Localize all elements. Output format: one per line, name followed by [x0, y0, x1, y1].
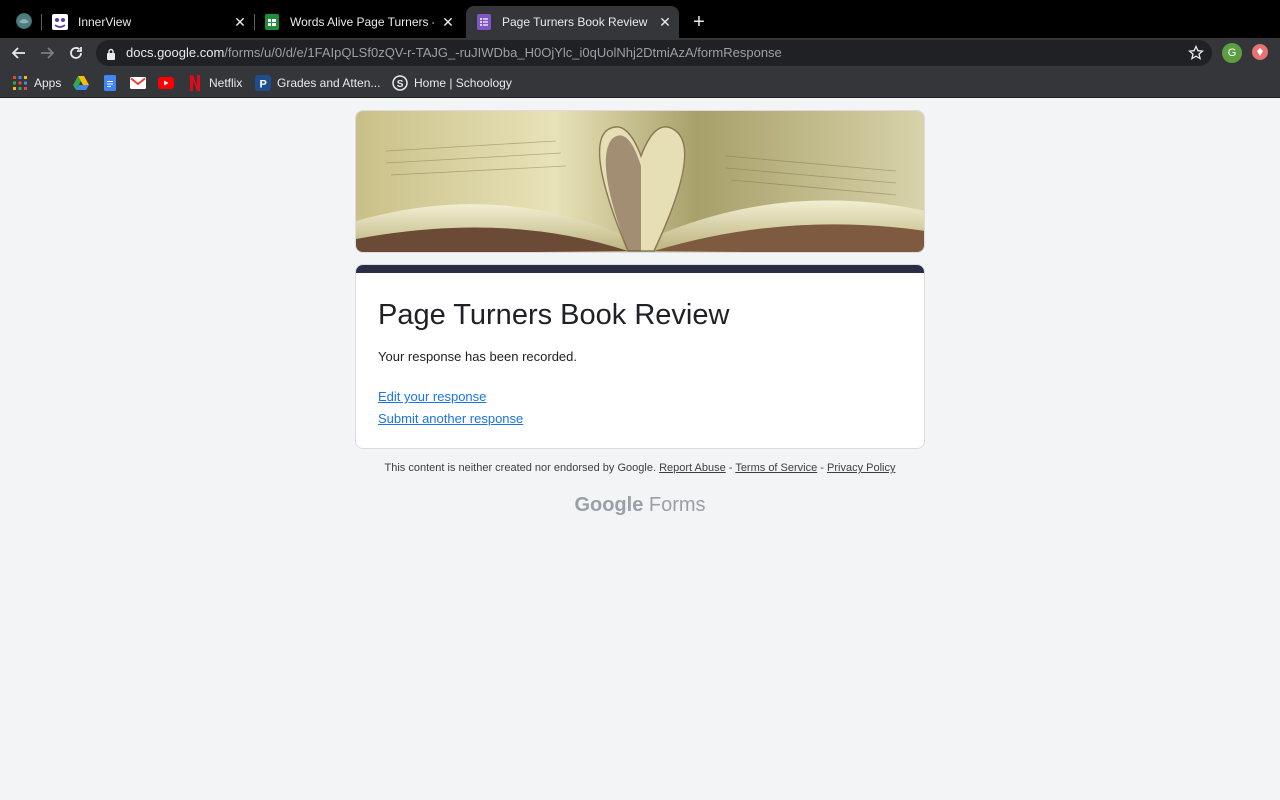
tab-separator	[41, 14, 42, 30]
bookmark-star-icon[interactable]	[1187, 44, 1205, 66]
report-abuse-link[interactable]: Report Abuse	[659, 462, 726, 474]
tab-page-turners-review[interactable]: Page Turners Book Review ✕	[466, 6, 679, 38]
tab-strip: InnerView ✕ Words Alive Page Turners - B…	[0, 0, 1280, 38]
disclaimer-text: This content is neither created nor endo…	[384, 462, 657, 474]
bookmark-label: Home | Schoology	[414, 76, 512, 90]
tab-close-icon[interactable]: ✕	[440, 14, 456, 30]
bookmark-drive[interactable]	[73, 75, 95, 91]
back-button[interactable]	[10, 44, 28, 62]
footer-disclaimer: This content is neither created nor endo…	[0, 462, 1280, 474]
edit-response-link[interactable]: Edit your response	[378, 389, 486, 404]
netflix-icon	[187, 75, 203, 91]
svg-text:S: S	[397, 79, 404, 90]
confirmation-message: Your response has been recorded.	[378, 349, 577, 364]
tab-words-alive[interactable]: Words Alive Page Turners - Book ✕	[262, 6, 462, 38]
tab-title: InnerView	[78, 15, 132, 29]
svg-text:P: P	[260, 79, 267, 91]
page-title: Page Turners Book Review	[378, 299, 730, 331]
reload-icon	[70, 47, 82, 59]
tab-title: Words Alive Page Turners - Book	[290, 15, 434, 29]
brand-forms: Forms	[648, 494, 706, 516]
bookmark-docs[interactable]	[102, 75, 124, 91]
innerview-favicon-icon	[52, 14, 68, 30]
tab-separator	[254, 14, 255, 30]
bookmark-youtube[interactable]	[158, 75, 180, 91]
bookmark-label: Grades and Atten...	[277, 76, 381, 90]
google-forms-logo[interactable]: Google Forms	[0, 494, 1280, 517]
url-text: docs.google.com/forms/u/0/d/e/1FAIpQLSf0…	[126, 45, 782, 60]
bookmark-grades[interactable]: P Grades and Atten...	[255, 75, 380, 91]
lock-icon[interactable]	[106, 47, 116, 65]
terms-of-service-link[interactable]: Terms of Service	[735, 462, 817, 474]
form-response-card: Page Turners Book Review Your response h…	[355, 264, 925, 449]
card-accent-bar	[356, 265, 924, 273]
browser-toolbar: docs.google.com/forms/u/0/d/e/1FAIpQLSf0…	[0, 38, 1280, 68]
google-docs-icon	[102, 75, 118, 91]
footer-separator: -	[817, 462, 828, 474]
bookmarks-bar: Apps Netflix P Grades and Atten... S Hom…	[0, 68, 1280, 98]
url-path: /forms/u/0/d/e/1FAIpQLSf0zQV-r-TAJG_-ruJ…	[224, 45, 782, 60]
profile-avatar[interactable]: G	[1222, 43, 1242, 63]
arrow-right-icon	[41, 47, 55, 59]
footer-separator: -	[725, 462, 736, 474]
forward-button[interactable]	[38, 44, 56, 62]
bookmark-label: Apps	[34, 76, 62, 90]
schoology-icon: S	[392, 75, 408, 91]
tab-title: Page Turners Book Review	[502, 15, 648, 29]
bookmark-apps[interactable]: Apps	[12, 75, 61, 91]
address-bar[interactable]: docs.google.com/forms/u/0/d/e/1FAIpQLSf0…	[96, 40, 1212, 66]
bookmark-netflix[interactable]: Netflix	[187, 75, 242, 91]
google-sheets-favicon-icon	[264, 14, 280, 30]
bookmark-label: Netflix	[209, 76, 243, 90]
youtube-icon	[158, 75, 174, 91]
reload-button[interactable]	[67, 44, 85, 62]
url-host: docs.google.com	[126, 45, 225, 60]
window-avatar-icon[interactable]	[16, 13, 32, 29]
submit-another-response-link[interactable]: Submit another response	[378, 411, 523, 426]
bookmark-schoology[interactable]: S Home | Schoology	[392, 75, 512, 91]
apps-grid-icon	[12, 75, 28, 91]
privacy-policy-link[interactable]: Privacy Policy	[827, 462, 895, 474]
google-forms-favicon-icon	[476, 14, 492, 30]
new-tab-button[interactable]: +	[689, 12, 709, 32]
tab-close-icon[interactable]: ✕	[232, 14, 248, 30]
tab-innerview[interactable]: InnerView ✕	[50, 6, 254, 38]
brand-google: Google	[574, 494, 644, 516]
tab-close-icon[interactable]: ✕	[657, 14, 673, 30]
bookmark-gmail[interactable]	[130, 75, 152, 91]
form-header-image	[355, 110, 925, 253]
gmail-icon	[130, 75, 146, 91]
arrow-left-icon	[11, 47, 25, 59]
google-drive-icon	[73, 75, 89, 91]
powerschool-icon: P	[255, 75, 271, 91]
extension-icon[interactable]	[1252, 44, 1268, 60]
